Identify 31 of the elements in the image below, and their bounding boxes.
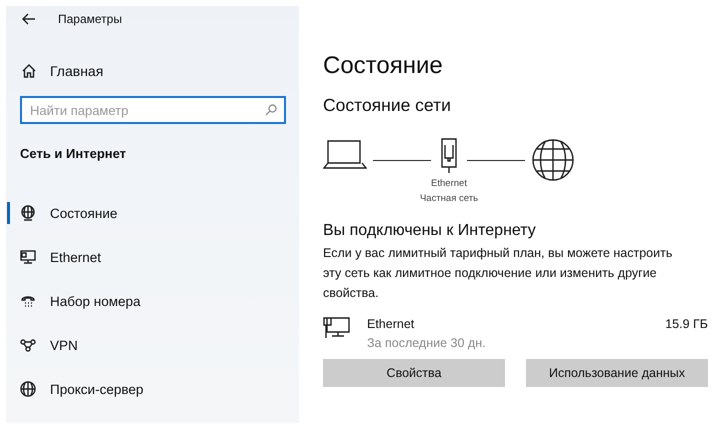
search-field[interactable]: Найти параметр	[20, 96, 286, 124]
home-icon	[22, 64, 36, 78]
search-icon	[265, 104, 277, 116]
globe-icon	[531, 138, 575, 182]
computer-icon	[323, 315, 351, 339]
globe-icon	[20, 381, 36, 397]
laptop-icon	[323, 138, 367, 170]
nav-item[interactable]: Ethernet	[7, 246, 299, 268]
page-title: Состояние	[323, 52, 444, 80]
action-button[interactable]: Свойства	[323, 359, 505, 387]
action-button[interactable]: Использование данных	[526, 359, 708, 387]
usage-amount: 15.9 ГБ	[665, 316, 708, 333]
usage-period: За последние 30 дн.	[367, 335, 487, 352]
nav-item[interactable]: Состояние	[7, 202, 299, 224]
network-label: Частная сеть	[420, 192, 478, 206]
back-arrow-icon[interactable]	[22, 13, 36, 25]
adapter-label: Ethernet	[431, 177, 467, 191]
connection-status: Вы подключены к Интернету	[323, 222, 537, 240]
globe-stand-icon	[20, 205, 36, 221]
home-link[interactable]: Главная	[50, 63, 104, 79]
adapter-name: Ethernet	[367, 316, 416, 333]
network-port-icon	[441, 138, 457, 174]
nav-item[interactable]: VPN	[7, 334, 299, 356]
section-heading: Сеть и Интернет	[20, 146, 128, 161]
window-title: Параметры	[58, 12, 122, 26]
nav-item[interactable]: Прокси-сервер	[7, 378, 299, 400]
section-title: Состояние сети	[323, 95, 452, 116]
description: Если у вас лимитный тарифный план, вы можете настроить эту сеть как лимитное подключение или изменить другие свойства.	[323, 245, 674, 302]
computer-icon	[20, 249, 36, 265]
nav-item[interactable]: Набор номера	[7, 290, 299, 312]
vpn-icon	[20, 337, 36, 353]
